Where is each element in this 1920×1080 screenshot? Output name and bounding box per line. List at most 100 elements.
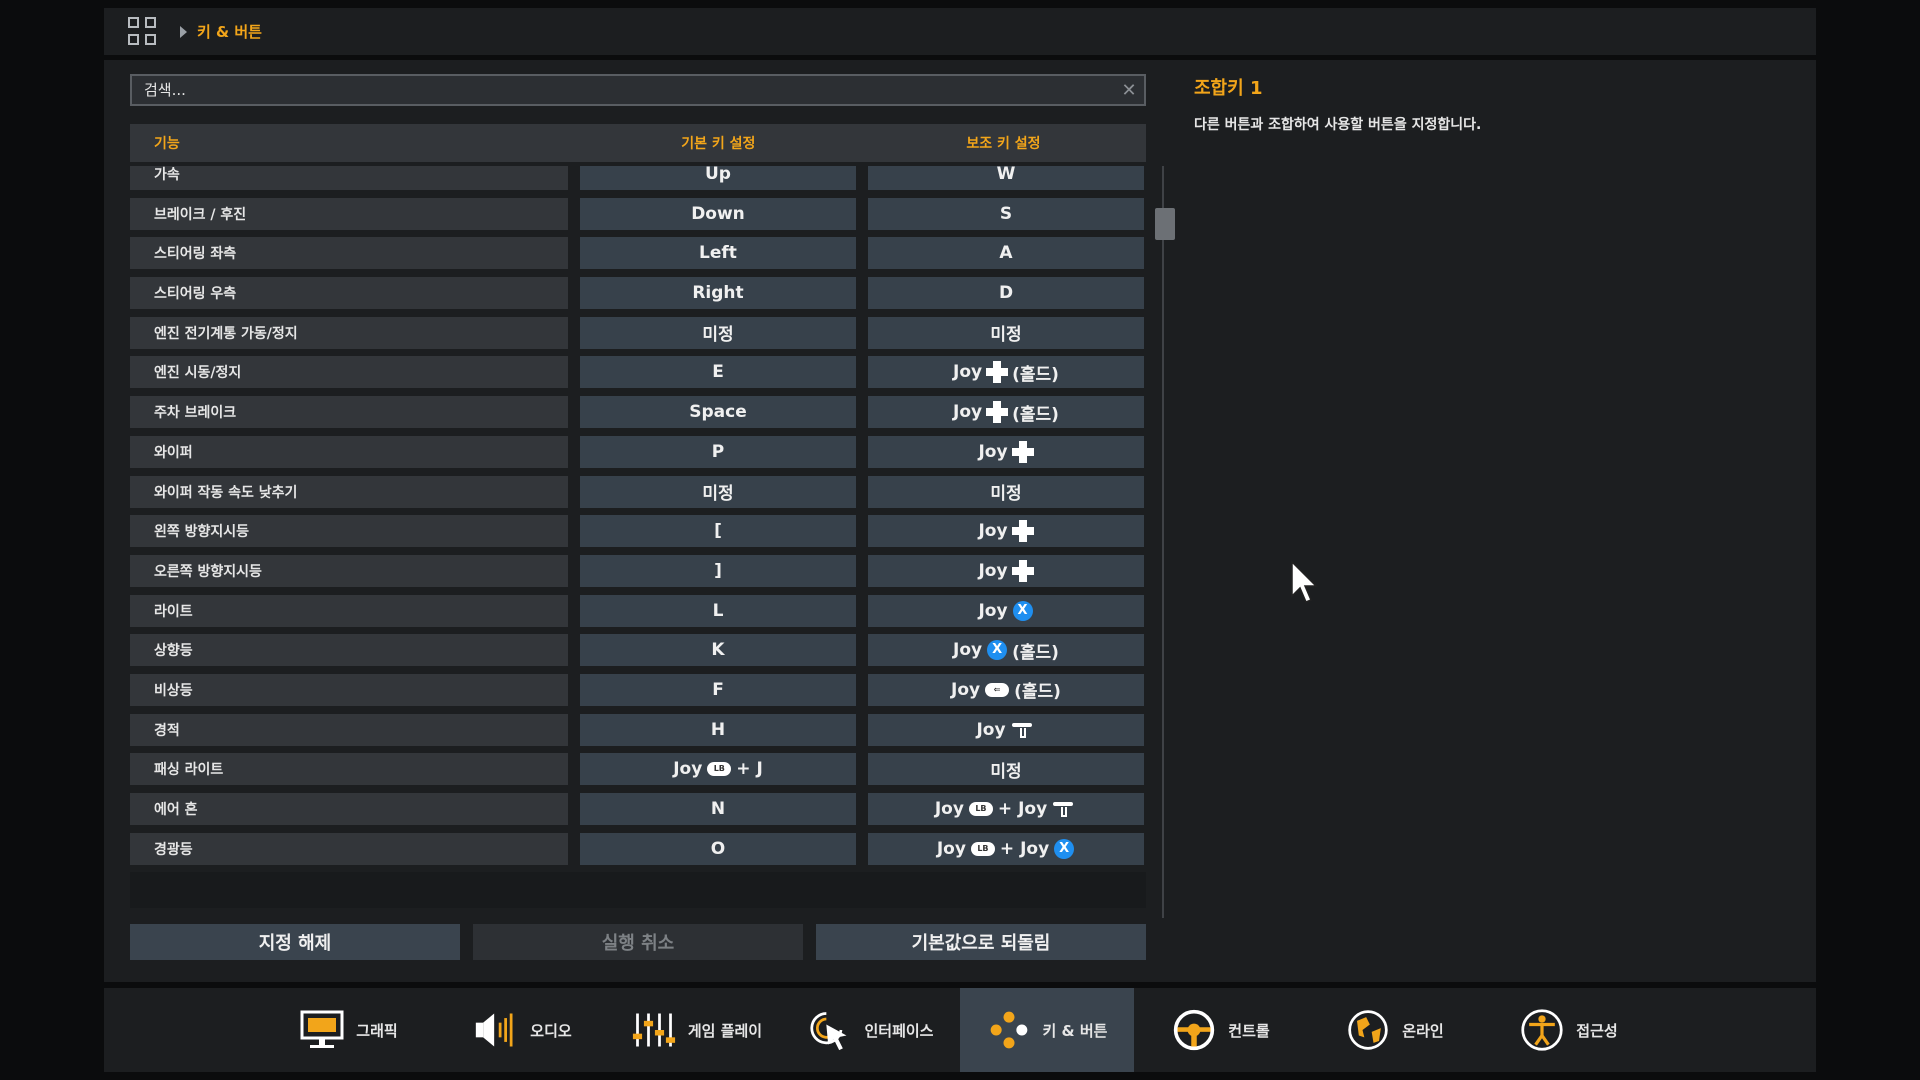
primary-key-button[interactable]: P [580,435,856,468]
secondary-key-button[interactable]: W [868,166,1144,190]
nav-label-gameplay: 게임 플레이 [687,1021,763,1040]
primary-key-button[interactable]: 미정 [580,475,856,508]
speaker-icon [474,1008,518,1052]
secondary-key-button[interactable]: Joy [868,554,1144,587]
table-row[interactable]: 와이퍼 P Joy [130,435,1146,468]
primary-key-button[interactable]: N [580,793,856,825]
binding-text: 미정 [990,325,1022,346]
nav-keys-buttons[interactable]: 키 & 버튼 [960,988,1134,1072]
table-row[interactable]: 가속 Up W [130,166,1146,190]
secondary-key-button[interactable]: Joy [868,713,1144,746]
secondary-key-button[interactable]: Joy (홀드) [868,356,1144,389]
primary-key-button[interactable]: Down [580,197,856,230]
secondary-key-button[interactable]: S [868,197,1144,230]
binding-text: S [999,203,1013,224]
lb-button-icon: LB [968,802,993,816]
globe-icon [1346,1008,1390,1052]
primary-key-button[interactable]: Space [580,396,856,429]
secondary-key-button[interactable]: Joy X (홀드) [868,634,1144,667]
binding-text: W [996,166,1016,184]
lb-button-icon: LB [707,762,732,777]
reset-default-button[interactable]: 기본값으로 되돌림 [816,924,1146,960]
scrollbar-track[interactable] [1162,166,1164,918]
function-label: 주차 브레이크 [130,396,568,429]
binding-text: E [712,362,724,383]
secondary-key-button[interactable]: Joy [868,515,1144,548]
primary-key-button[interactable]: E [580,356,856,389]
table-row[interactable]: 경적 H Joy [130,713,1146,746]
table-row[interactable]: 스티어링 우측 Right D [130,277,1146,310]
table-row[interactable]: 상향등 K Joy X (홀드) [130,634,1146,667]
primary-key-button[interactable]: O [580,832,856,865]
secondary-key-button[interactable]: Joy (홀드) [868,396,1144,429]
secondary-key-button[interactable]: Joy [868,435,1144,468]
secondary-key-button[interactable]: 미정 [868,475,1144,508]
secondary-key-button[interactable]: Joy X [868,594,1144,627]
nav-controls[interactable]: 컨트롤 [1134,988,1308,1072]
binding-text: Joy [976,719,1006,740]
table-row[interactable]: 와이퍼 작동 속도 낮추기 미정 미정 [130,475,1146,508]
right-trigger-icon [1011,720,1035,740]
table-row[interactable]: 오른쪽 방향지시등] Joy [130,554,1146,587]
primary-key-button[interactable]: Joy LB + J [580,753,856,786]
table-row[interactable]: 패싱 라이트 Joy LB + J 미정 [130,753,1146,786]
table-row[interactable]: 에어 혼 N Joy LB + Joy [130,793,1146,825]
dpad-icon [1011,559,1034,582]
secondary-key-button[interactable]: A [868,237,1144,270]
clear-icon[interactable]: ✕ [1114,80,1144,101]
table-row[interactable]: 경광등 O Joy LB + Joy X [130,832,1146,865]
breadcrumb[interactable]: 키 & 버튼 [197,21,262,42]
menu-grid-icon[interactable] [128,16,158,47]
table-row[interactable]: 왼쪽 방향지시등 [Joy [130,515,1146,548]
nav-accessibility[interactable]: 접근성 [1482,988,1656,1072]
binding-text: Space [689,402,747,423]
search-input[interactable] [132,80,1114,100]
secondary-key-button[interactable]: 미정 [868,316,1144,349]
table-row[interactable]: 비상등 F Joy ⇐ (홀드) [130,673,1146,706]
search-box[interactable]: ✕ [130,74,1146,106]
table-row[interactable]: 엔진 전기계통 가동/정지 미정 미정 [130,316,1146,349]
table-row[interactable]: 라이트 L Joy X [130,594,1146,627]
primary-key-button[interactable]: [ [580,515,856,548]
primary-key-button[interactable]: Right [580,277,856,310]
keybind-list[interactable]: 가속 Up W 브레이크 / 후진 Down S 스티어링 좌측 Left A 스티어링 우측 Ri… [130,166,1146,918]
binding-text: Joy [953,402,983,423]
binding-text: Joy [953,362,983,383]
primary-key-button[interactable]: ] [580,554,856,587]
nav-gameplay[interactable]: 게임 플레이 [610,988,784,1072]
unassign-button[interactable]: 지정 해제 [130,924,460,960]
primary-key-button[interactable]: K [580,634,856,667]
table-row[interactable]: 스티어링 좌측 Left A [130,237,1146,270]
nav-online[interactable]: 온라인 [1308,988,1482,1072]
binding-text: 미정 [702,484,734,504]
secondary-key-button[interactable]: Joy ⇐ (홀드) [868,673,1144,706]
primary-key-button[interactable]: 미정 [580,316,856,349]
function-label: 비상등 [130,673,568,706]
table-row[interactable]: 브레이크 / 후진 Down S [130,197,1146,230]
table-row[interactable]: 엔진 시동/정지 E Joy (홀드) [130,356,1146,389]
binding-text: (홀드) [1012,404,1059,425]
primary-key-button[interactable]: L [580,594,856,627]
table-row[interactable]: 주차 브레이크 Space Joy (홀드) [130,396,1146,429]
nav-graphics[interactable]: 그래픽 [262,988,436,1072]
x-button-icon: X [1012,600,1033,621]
primary-key-button[interactable]: F [580,673,856,706]
secondary-key-button[interactable]: D [868,277,1144,310]
binding-text: (홀드) [1012,642,1059,663]
nav-interface[interactable]: 인터페이스 [784,988,958,1072]
scrollbar-thumb[interactable] [1155,208,1175,240]
primary-key-button[interactable]: H [580,713,856,746]
binding-text: K [711,640,725,661]
nav-audio[interactable]: 오디오 [436,988,610,1072]
primary-key-button[interactable]: Up [580,166,856,190]
binding-text: N [710,799,726,819]
primary-key-button[interactable]: Left [580,237,856,270]
secondary-key-button[interactable]: Joy LB + Joy [868,793,1144,825]
binding-text: F [712,679,724,700]
function-label: 라이트 [130,594,568,627]
binding-text: Joy [978,441,1008,462]
secondary-key-button[interactable]: Joy LB + Joy X [868,832,1144,865]
function-label: 패싱 라이트 [130,753,568,786]
undo-button[interactable]: 실행 취소 [473,924,803,960]
secondary-key-button[interactable]: 미정 [868,753,1144,786]
